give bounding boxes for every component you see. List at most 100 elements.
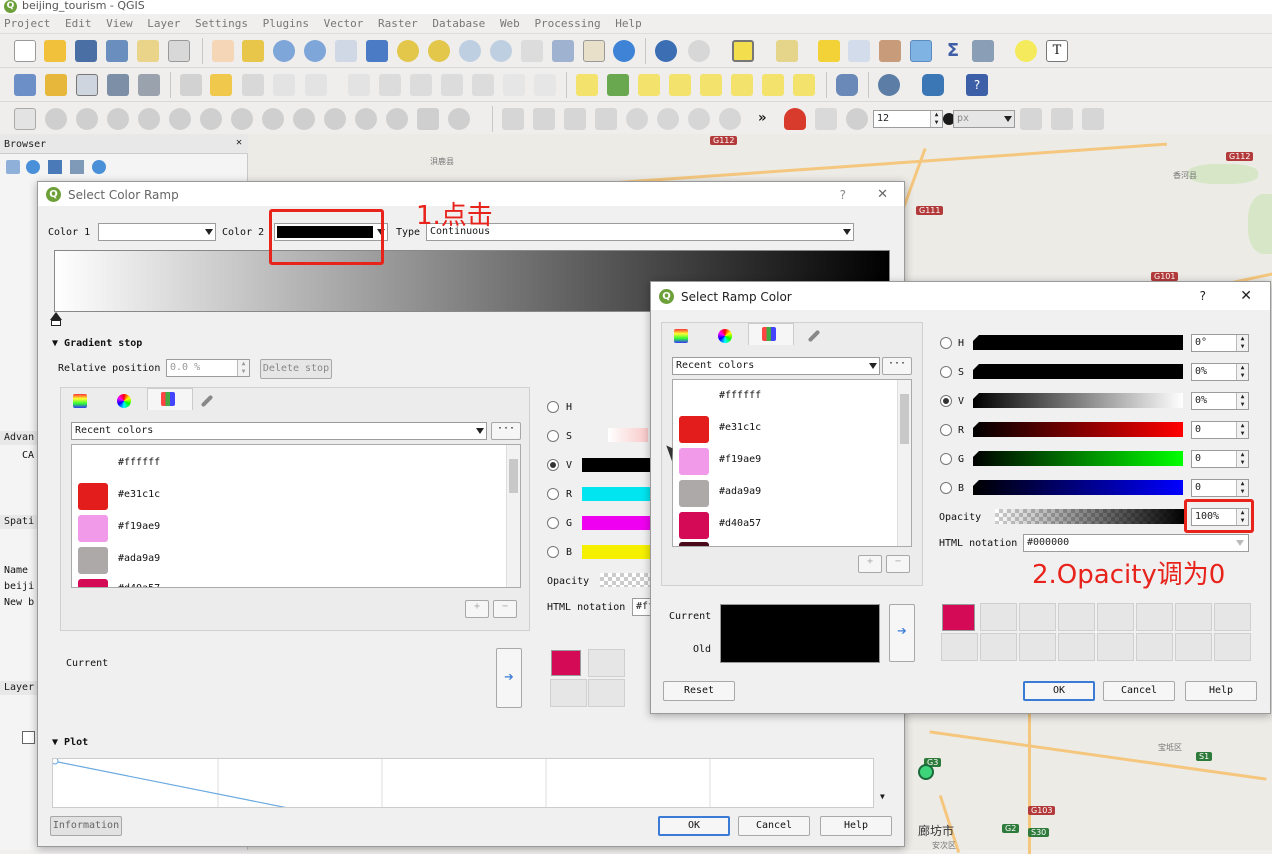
cancel-button[interactable]: Cancel (1103, 681, 1175, 701)
g-slider[interactable] (973, 451, 1183, 466)
recent-color-swatch[interactable] (679, 480, 709, 507)
g-slider[interactable] (582, 516, 652, 530)
adv-edit-9-icon[interactable] (293, 108, 315, 130)
color-grid-cell[interactable] (1058, 633, 1095, 661)
shape-6-icon[interactable] (657, 108, 679, 130)
new-project-icon[interactable] (14, 40, 36, 62)
menu-database[interactable]: Database (428, 14, 489, 30)
save-edits-icon[interactable] (242, 74, 264, 96)
plot-header[interactable]: ▼ Plot (52, 737, 88, 748)
color-ramp-tab-icon[interactable] (674, 329, 688, 343)
layers-panel-tab[interactable]: Layer (0, 681, 40, 695)
zoom-last-icon[interactable] (459, 40, 481, 62)
color-ramp-tab-icon[interactable] (73, 394, 87, 408)
channel-s-radio[interactable] (940, 366, 952, 378)
h-slider[interactable] (973, 335, 1183, 350)
digitize-icon[interactable] (107, 74, 129, 96)
recent-color-swatch[interactable] (679, 512, 709, 539)
channel-v-radio[interactable] (940, 395, 952, 407)
close-icon[interactable]: ✕ (877, 187, 888, 202)
font-size-input[interactable]: 12 ▲ ▼ (873, 110, 943, 128)
color-grid-cell[interactable] (941, 633, 978, 661)
color-grid-cell[interactable] (1175, 603, 1212, 631)
color-grid-cell[interactable] (1214, 603, 1251, 631)
recent-color-swatch[interactable] (78, 579, 108, 587)
modify-attributes-icon[interactable] (348, 74, 370, 96)
shape-7-icon[interactable] (688, 108, 710, 130)
reshape-icon[interactable] (1082, 108, 1104, 130)
help-contents-icon[interactable]: ? (966, 74, 988, 96)
cancel-button[interactable]: Cancel (738, 816, 810, 836)
statistics-icon[interactable] (879, 40, 901, 62)
shape-5-icon[interactable] (626, 108, 648, 130)
recent-color-swatch[interactable] (679, 448, 709, 475)
color-grid-cell[interactable] (1214, 633, 1251, 661)
opacity-slider[interactable] (995, 509, 1185, 524)
add-selected-icon[interactable] (6, 160, 20, 174)
toolbar-overflow-icon[interactable]: » (758, 110, 766, 126)
scroll-down-icon[interactable]: ▼ (880, 792, 885, 801)
tracing-icon[interactable] (846, 108, 868, 130)
pin-labels-icon[interactable] (638, 74, 660, 96)
menu-settings[interactable]: Settings (191, 14, 252, 30)
menu-plugins[interactable]: Plugins (259, 14, 313, 30)
help-icon[interactable]: ? (1200, 289, 1206, 303)
channel-b-radio[interactable] (547, 546, 559, 558)
channel-v-radio[interactable] (547, 459, 559, 471)
zoom-in-icon[interactable] (273, 40, 295, 62)
color-grid-cell[interactable] (588, 679, 625, 707)
delete-selected-icon[interactable] (379, 74, 401, 96)
channel-s-radio[interactable] (547, 430, 559, 442)
add-color-button[interactable]: + (465, 600, 489, 618)
zoom-to-layer-icon[interactable] (428, 40, 450, 62)
action-icon[interactable] (688, 40, 710, 62)
db-manager-icon[interactable] (836, 74, 858, 96)
saved-color-swatch[interactable] (942, 604, 975, 631)
toolbox-gear-icon[interactable] (910, 40, 932, 62)
adv-edit-5-icon[interactable] (169, 108, 191, 130)
channel-h-radio[interactable] (547, 401, 559, 413)
reset-button[interactable]: Reset (663, 681, 735, 701)
add-vector-icon[interactable] (45, 74, 67, 96)
color-grid-cell[interactable] (1097, 633, 1134, 661)
adv-edit-1-icon[interactable] (45, 108, 67, 130)
menu-help[interactable]: Help (611, 14, 646, 30)
s-slider[interactable] (973, 364, 1183, 379)
snapping-type-icon[interactable] (815, 108, 837, 130)
channel-g-radio[interactable] (940, 453, 952, 465)
shape-2-icon[interactable] (533, 108, 555, 130)
new-3d-view-icon[interactable] (552, 40, 574, 62)
opacity-slider[interactable] (600, 573, 650, 587)
menu-layer[interactable]: Layer (143, 14, 184, 30)
map-point-marker[interactable] (918, 764, 934, 780)
save-project-icon[interactable] (75, 40, 97, 62)
relative-position-input[interactable]: 0.0 % ▲ ▼ (166, 359, 250, 377)
v-slider[interactable] (973, 393, 1183, 408)
toggle-editing-pencil-icon[interactable] (210, 74, 232, 96)
measure-line-icon[interactable] (14, 108, 36, 130)
attribute-table-icon[interactable] (848, 40, 870, 62)
spatial-row-1[interactable]: beiji (4, 581, 34, 592)
adv-edit-8-icon[interactable] (262, 108, 284, 130)
sigma-icon[interactable]: Σ (942, 40, 964, 62)
vertex-tool-icon[interactable] (305, 74, 327, 96)
refresh-browser-icon[interactable] (26, 160, 40, 174)
menu-project[interactable]: Project (0, 14, 54, 30)
trim-extend-icon[interactable] (1051, 108, 1073, 130)
color-grid-cell[interactable] (588, 649, 625, 677)
recent-colors-list[interactable]: #ffffff #e31c1c #f19ae9 #ada9a9 #d40a57 (672, 379, 912, 547)
text-annotation-icon[interactable]: T (1046, 40, 1068, 62)
metasearch-icon[interactable] (878, 74, 900, 96)
eyedropper-tab-icon[interactable] (200, 394, 214, 408)
recent-color-swatch[interactable] (78, 483, 108, 510)
help-icon[interactable]: ? (840, 188, 846, 202)
adv-edit-2-icon[interactable] (76, 108, 98, 130)
remove-color-button[interactable]: − (886, 555, 910, 573)
identify-icon[interactable] (655, 40, 677, 62)
select-features-icon[interactable] (732, 40, 754, 62)
collapse-icon[interactable] (70, 160, 84, 174)
apply-color-arrow-button[interactable]: ➔ (889, 604, 915, 662)
channel-r-radio[interactable] (547, 488, 559, 500)
undo-icon[interactable] (503, 74, 525, 96)
shape-4-icon[interactable] (595, 108, 617, 130)
